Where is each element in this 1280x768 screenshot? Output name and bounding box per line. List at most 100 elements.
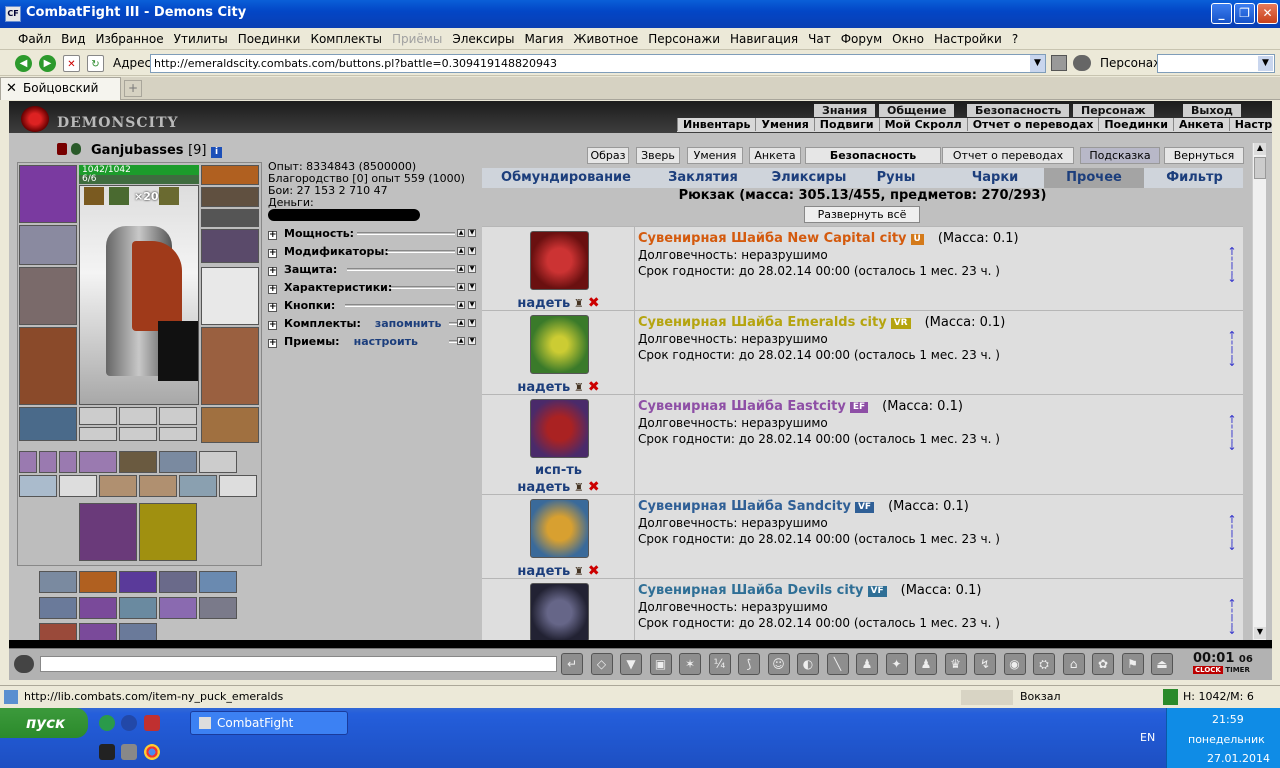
- scroll-up-icon[interactable]: ▲: [1254, 143, 1266, 155]
- move-arrows-icon[interactable]: ↑ ¦ ¦ ↓: [1227, 330, 1237, 368]
- chat-tool-icon[interactable]: ╲: [826, 653, 849, 675]
- subnav-item[interactable]: Инвентарь: [677, 118, 756, 131]
- button-6[interactable]: Подсказка: [1080, 147, 1160, 164]
- menu-item[interactable]: Магия: [520, 28, 569, 50]
- equipment-slot[interactable]: [19, 225, 77, 265]
- address-input[interactable]: http://emeraldscity.combats.com/buttons.…: [150, 54, 1046, 73]
- item-name-text[interactable]: Сувенирная Шайба Emeralds city: [638, 315, 887, 330]
- item-name[interactable]: Сувенирная Шайба New Capital city U (Масса…: [638, 231, 1019, 246]
- use-link[interactable]: исп-ть: [482, 463, 635, 478]
- shirt-icon[interactable]: ♜: [570, 565, 584, 578]
- menu-item[interactable]: Поединки: [233, 28, 306, 50]
- chat-tool-icon[interactable]: ✿: [1092, 653, 1114, 675]
- subnav-item[interactable]: Отчет о переводах: [966, 118, 1099, 131]
- item-name[interactable]: Сувенирная Шайба Emeralds city VR (Масса: …: [638, 315, 1005, 330]
- down-arrow-icon[interactable]: ▼: [468, 265, 476, 273]
- go-icon[interactable]: [1051, 55, 1067, 71]
- button-1[interactable]: Зверь: [636, 147, 680, 164]
- equipment-slot[interactable]: [139, 475, 177, 497]
- chevron-down-icon[interactable]: ▼: [1258, 56, 1273, 71]
- expand-icon[interactable]: +: [268, 249, 277, 258]
- tab-fight-club[interactable]: ✕ Бойцовский клуб: [0, 77, 121, 116]
- equipment-slot[interactable]: [79, 597, 117, 619]
- equipment-slot[interactable]: [219, 475, 257, 497]
- equipment-slot[interactable]: [59, 451, 77, 473]
- chat-tool-icon[interactable]: ▼: [620, 653, 642, 675]
- up-arrow-icon[interactable]: ▲: [457, 229, 465, 237]
- subnav-item[interactable]: Подвиги: [813, 118, 879, 131]
- chat-tool-icon[interactable]: ♟: [915, 653, 937, 675]
- subnav-item[interactable]: Поединки: [1098, 118, 1173, 131]
- chat-tool-icon[interactable]: ◉: [1003, 653, 1026, 675]
- menu-item[interactable]: Форум: [836, 28, 887, 50]
- expand-all-button[interactable]: Развернуть всё: [804, 206, 920, 223]
- topnav-2[interactable]: Безопасность: [967, 104, 1070, 117]
- wear-link[interactable]: надеть: [517, 380, 570, 395]
- puck-item-icon[interactable]: [530, 399, 589, 458]
- tool-icon[interactable]: [121, 744, 137, 760]
- pet-slot[interactable]: [158, 321, 198, 381]
- down-arrow-icon[interactable]: ▼: [468, 319, 476, 327]
- close-tab-icon[interactable]: ✕: [6, 78, 17, 99]
- wear-link[interactable]: надеть: [517, 480, 570, 495]
- equipment-slot[interactable]: [79, 427, 117, 441]
- inv-tab-0[interactable]: Обмундирование: [482, 168, 650, 188]
- chat-input[interactable]: [40, 656, 557, 672]
- move-arrows-icon[interactable]: ↑ ¦ ¦ ↓: [1227, 598, 1237, 636]
- info-icon[interactable]: i: [211, 147, 223, 158]
- menu-item[interactable]: Файл: [13, 28, 56, 50]
- new-tab-button[interactable]: +: [124, 80, 142, 97]
- expand-icon[interactable]: +: [268, 321, 277, 330]
- refresh-icon[interactable]: [1163, 689, 1178, 705]
- app-icon[interactable]: [144, 715, 160, 731]
- equipment-slot[interactable]: [59, 475, 97, 497]
- back-icon[interactable]: ◀: [15, 55, 32, 72]
- equipment-slot[interactable]: [119, 407, 157, 425]
- equipment-slot[interactable]: [119, 597, 157, 619]
- tray-time[interactable]: 21:59: [1212, 713, 1244, 726]
- subnav-item[interactable]: Мой Скролл: [878, 118, 967, 131]
- down-arrow-icon[interactable]: ▼: [468, 247, 476, 255]
- equipment-slot[interactable]: [19, 407, 77, 441]
- puck-item-icon[interactable]: [530, 315, 589, 374]
- chat-tool-icon[interactable]: ✶: [679, 653, 701, 675]
- equipment-slot[interactable]: [199, 451, 237, 473]
- equipment-slot[interactable]: [19, 327, 77, 405]
- forward-icon[interactable]: ▶: [39, 55, 56, 72]
- bluetooth-icon[interactable]: [121, 715, 137, 731]
- equipment-slot[interactable]: [201, 209, 259, 227]
- chat-tool-icon[interactable]: ♟: [856, 653, 878, 675]
- puck-item-icon[interactable]: [530, 231, 589, 290]
- inv-tab-2[interactable]: Эликсиры: [756, 168, 862, 188]
- topnav-0[interactable]: Знания: [814, 104, 876, 117]
- topnav-1[interactable]: Общение: [879, 104, 955, 117]
- subnav-item[interactable]: Анкета: [1172, 118, 1229, 131]
- equipment-slot[interactable]: [39, 571, 77, 593]
- equipment-slot[interactable]: [179, 475, 217, 497]
- subnav-item[interactable]: Умения: [755, 118, 814, 131]
- remember-link[interactable]: запомнить: [375, 317, 442, 330]
- equipment-slot[interactable]: [159, 407, 197, 425]
- expand-icon[interactable]: +: [268, 267, 277, 276]
- equipment-slot[interactable]: [199, 571, 237, 593]
- expand-icon[interactable]: +: [268, 339, 277, 348]
- accordion-0[interactable]: + Мощность:: [268, 227, 354, 240]
- start-button[interactable]: пуск: [0, 708, 88, 738]
- item-name[interactable]: Сувенирная Шайба Eastcity EF (Масса: 0.1): [638, 399, 963, 414]
- topnav-4[interactable]: Выход: [1183, 104, 1241, 117]
- taskbar-item-combatfight[interactable]: CombatFight: [190, 711, 348, 735]
- stop-icon[interactable]: ✕: [63, 55, 80, 72]
- equipment-slot[interactable]: [19, 451, 37, 473]
- accordion-1[interactable]: + Модификаторы:: [268, 245, 389, 258]
- equipment-slot[interactable]: [119, 451, 157, 473]
- scroll-thumb[interactable]: [1254, 157, 1266, 179]
- buff-icon[interactable]: [84, 187, 104, 205]
- equipment-slot[interactable]: [119, 427, 157, 441]
- chat-tool-icon[interactable]: ↵: [561, 653, 583, 675]
- chat-tool-icon[interactable]: ☺: [767, 653, 790, 675]
- equipment-slot[interactable]: [201, 327, 259, 405]
- equipment-slot[interactable]: [119, 623, 157, 641]
- inv-tab-1[interactable]: Заклятия: [650, 168, 756, 188]
- inv-tab-3[interactable]: Руны: [862, 168, 930, 188]
- utorrent-icon[interactable]: [99, 715, 115, 731]
